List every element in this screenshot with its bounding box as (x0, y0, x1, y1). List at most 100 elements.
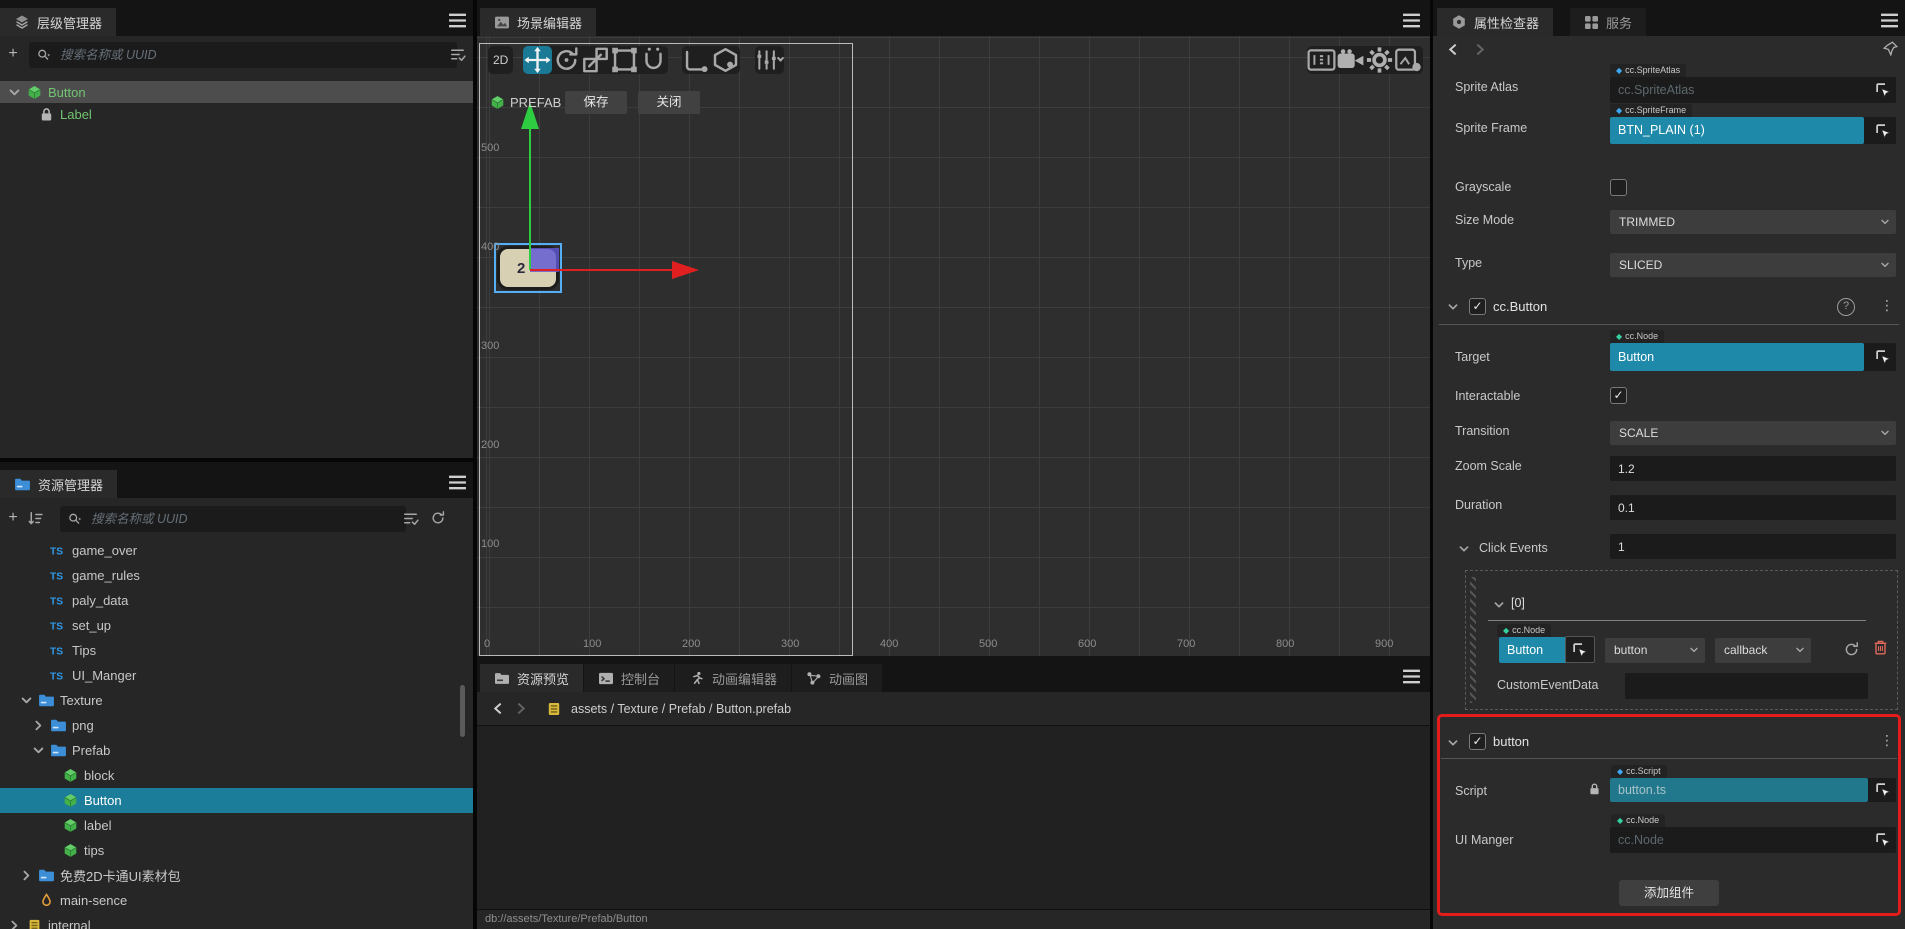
picker-icon[interactable] (1875, 123, 1891, 139)
ui-transform-tool-button[interactable] (639, 46, 668, 74)
kebab-menu-icon[interactable] (1880, 733, 1894, 748)
tab-preview[interactable]: 资源预览 (480, 664, 584, 692)
picker-icon[interactable] (1875, 349, 1891, 365)
hierarchy-search[interactable] (29, 42, 457, 68)
grayscale-checkbox[interactable] (1610, 179, 1627, 196)
assets-search-input[interactable] (89, 511, 398, 527)
chevron-down-icon[interactable] (32, 744, 45, 757)
ui-manager-field[interactable]: cc.Node (1610, 827, 1896, 853)
event-component-select[interactable]: button (1605, 638, 1705, 663)
trash-icon[interactable] (1873, 639, 1888, 656)
capture-button[interactable] (1394, 46, 1423, 74)
bottom-menu-icon[interactable] (1402, 669, 1421, 684)
asset-item-Prefab[interactable]: Prefab (0, 738, 473, 763)
asset-item-set_up[interactable]: TS set_up (0, 613, 473, 638)
drag-handle[interactable] (1470, 577, 1476, 703)
tab-scene-editor[interactable]: 场景编辑器 (480, 8, 597, 36)
scene-settings-button[interactable] (1365, 46, 1394, 74)
add-component-button[interactable]: 添加组件 (1619, 880, 1719, 906)
filter-icon[interactable] (402, 510, 419, 527)
asset-item-game_over[interactable]: TS game_over (0, 538, 473, 563)
asset-item-paly_data[interactable]: TS paly_data (0, 588, 473, 613)
gizmo-x-axis[interactable] (530, 269, 672, 271)
align-tools-button[interactable] (755, 46, 784, 74)
chevron-right-icon[interactable] (20, 869, 33, 882)
sprite-type-select[interactable]: SLICED (1610, 253, 1896, 277)
asset-item-label[interactable]: label (0, 813, 473, 838)
filter-icon[interactable] (449, 46, 466, 63)
sort-icon[interactable] (27, 510, 44, 527)
tab-hierarchy[interactable]: 层级管理器 (0, 8, 117, 36)
kebab-menu-icon[interactable] (1880, 298, 1894, 313)
asset-item-block[interactable]: block (0, 763, 473, 788)
asset-item-免费2D卡通UI素材包[interactable]: 免费2D卡通UI素材包 (0, 863, 473, 888)
help-icon[interactable] (1837, 298, 1855, 316)
hierarchy-item-Label[interactable]: Label (0, 103, 473, 125)
chevron-right-icon[interactable] (32, 719, 45, 732)
back-icon[interactable] (492, 702, 505, 715)
interactable-checkbox[interactable] (1610, 387, 1627, 404)
history-back-icon[interactable] (1447, 43, 1460, 56)
chevron-right-icon[interactable] (8, 919, 21, 929)
pivot-toggle-button[interactable] (682, 46, 711, 74)
inspector-menu-icon[interactable] (1880, 13, 1899, 28)
rotate-tool-button[interactable] (552, 46, 581, 74)
chevron-down-icon[interactable] (1447, 737, 1459, 749)
asset-item-main-sence[interactable]: main-sence (0, 888, 473, 913)
sprite-frame-field[interactable]: BTN_PLAIN (1) (1610, 117, 1896, 144)
tab-assets[interactable]: 资源管理器 (0, 470, 118, 498)
chevron-down-icon[interactable] (1458, 543, 1470, 555)
asset-item-tips[interactable]: tips (0, 838, 473, 863)
chevron-down-icon[interactable] (1493, 599, 1505, 611)
tab-inspector[interactable]: 属性检查器 (1437, 8, 1554, 36)
asset-item-internal[interactable]: internal (0, 913, 473, 929)
asset-item-UI_Manger[interactable]: TS UI_Manger (0, 663, 473, 688)
tab-anim[interactable]: 动画编辑器 (675, 664, 792, 692)
history-forward-icon[interactable] (1473, 43, 1486, 56)
sprite-atlas-field[interactable]: cc.SpriteAtlas (1610, 77, 1896, 103)
hierarchy-search-input[interactable] (58, 47, 449, 63)
tab-services[interactable]: 服务 (1570, 8, 1647, 36)
2d-3d-toggle[interactable]: 2D (488, 46, 514, 74)
move-tool-button[interactable] (523, 46, 552, 74)
gizmo-y-axis[interactable] (529, 128, 531, 270)
prefab-close-button[interactable]: 关闭 (638, 91, 700, 114)
size-mode-select[interactable]: TRIMMED (1610, 210, 1896, 234)
picker-icon[interactable] (1875, 82, 1891, 98)
duration-input[interactable] (1610, 495, 1896, 520)
refresh-icon[interactable] (430, 510, 446, 526)
rect-tool-button[interactable] (610, 46, 639, 74)
tab-console[interactable]: 控制台 (584, 664, 675, 692)
asset-item-Tips[interactable]: TS Tips (0, 638, 473, 663)
asset-item-Button[interactable]: Button (0, 788, 473, 813)
assets-search[interactable] (60, 506, 406, 532)
frame-preview-button[interactable] (1307, 46, 1336, 74)
asset-item-png[interactable]: png (0, 713, 473, 738)
gizmo-x-arrowhead[interactable] (672, 261, 699, 279)
button-script-enabled-checkbox[interactable] (1469, 733, 1486, 750)
chevron-down-icon[interactable] (1447, 301, 1459, 313)
refresh-icon[interactable] (1843, 641, 1860, 658)
target-field[interactable]: Button (1610, 343, 1896, 371)
click-events-count-input[interactable] (1610, 534, 1896, 559)
forward-icon[interactable] (514, 702, 527, 715)
custom-event-data-input[interactable] (1625, 673, 1868, 699)
event-node-field[interactable]: Button (1499, 637, 1571, 663)
hierarchy-menu-icon[interactable] (448, 13, 467, 28)
event-handler-select[interactable]: callback (1715, 638, 1811, 663)
scene-menu-icon[interactable] (1402, 13, 1421, 28)
event-node-picker-button[interactable] (1565, 636, 1595, 663)
tab-graph[interactable]: 动画图 (792, 664, 883, 692)
picker-icon[interactable] (1875, 832, 1891, 848)
selected-button-sprite[interactable]: 2 (494, 243, 562, 293)
chevron-down-icon[interactable] (20, 694, 33, 707)
transition-select[interactable]: SCALE (1610, 421, 1896, 445)
asset-item-Texture[interactable]: Texture (0, 688, 473, 713)
assets-scrollbar[interactable] (460, 685, 465, 737)
picker-icon[interactable] (1875, 782, 1891, 798)
assets-menu-icon[interactable] (448, 475, 467, 490)
zoom-scale-input[interactable] (1610, 456, 1896, 481)
chevron-down-icon[interactable] (8, 86, 21, 99)
create-asset-button[interactable] (4, 509, 22, 527)
camera-preview-button[interactable] (1336, 46, 1365, 74)
